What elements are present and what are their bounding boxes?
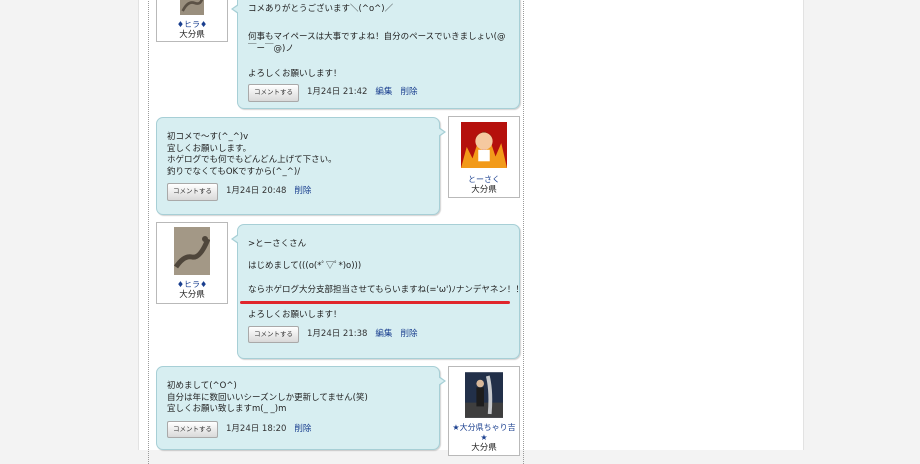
user-prefecture: 大分県 — [179, 30, 205, 40]
comment-timestamp: 1月24日 20:48 — [226, 186, 287, 196]
comment-text-line — [248, 273, 511, 285]
comment-text-line: 初コメで～す(^_^)v — [167, 132, 249, 142]
comment-text-line: コメありがとうございます＼(^o^)／ — [248, 4, 394, 14]
comment-meta: コメントする 1月24日 18:20 削除 — [167, 420, 431, 438]
lizard-avatar-icon[interactable] — [173, 227, 211, 275]
user-prefecture: 大分県 — [471, 185, 497, 195]
comment-text-line: >とーさくさん — [248, 239, 307, 249]
flame-character-avatar-icon[interactable] — [461, 121, 507, 169]
comment-text-line: ならホゲログ大分支部担当させてもらいますね(='ω')ﾉナンデヤネン！！ — [248, 285, 524, 295]
delete-link[interactable]: 削除 — [400, 329, 417, 341]
comment-bubble: 初コメで～す(^_^)v 宜しくお願いします。 ホゲログでも何でもどんどん上げて… — [156, 117, 446, 215]
comment-text-line: 自分は年に数回いいシーズンしか更新してません(笑) — [167, 392, 368, 403]
comment-text-line: 何事もマイペースは大事ですよね！自分のペースでいきましょい(@ — [248, 32, 506, 42]
comment-timestamp: 1月24日 21:42 — [307, 87, 368, 97]
user-avatar-card[interactable]: ★大分県ちゃり吉★ 大分県 — [448, 366, 520, 456]
user-prefecture: 大分県 — [179, 290, 205, 300]
comment-text-line: 宜しくお願いします。 — [167, 143, 252, 154]
user-name-link[interactable]: ♦ヒラ♦ — [159, 280, 225, 290]
edit-link[interactable]: 編集 — [375, 87, 392, 99]
highlight-underline — [240, 301, 510, 304]
comment-text-line: ホゲログでも何でもどんどん上げて下さい。 — [167, 155, 337, 165]
comment-meta: コメントする 1月24日 21:38 編集 削除 — [248, 325, 511, 343]
comment-text-line: よろしくお願いします！ — [248, 310, 342, 320]
user-avatar-card[interactable]: とーさく 大分県 — [448, 116, 520, 198]
comment-bubble: >とーさくさん はじめまして(((o(*ﾟ▽ﾟ*)o))) ならホゲログ大分支部… — [231, 224, 524, 359]
user-name-link[interactable]: ♦ヒラ♦ — [159, 20, 225, 30]
comment-bubble: 初めまして(^O^) 自分は年に数回いいシーズンしか更新してません(笑) 宜しく… — [156, 366, 446, 450]
user-avatar-card[interactable]: ♦ヒラ♦ 大分県 — [156, 0, 228, 42]
comment-timestamp: 1月24日 18:20 — [226, 423, 287, 434]
comment-text-line: はじめまして(((o(*ﾟ▽ﾟ*)o))) — [248, 261, 362, 271]
comment-text-line — [248, 16, 511, 28]
comment-text-line — [248, 55, 511, 67]
delete-link[interactable]: 削除 — [400, 87, 417, 99]
comment-text-line: 初めまして(^O^) — [167, 381, 237, 391]
comment-button[interactable]: コメントする — [167, 183, 218, 201]
delete-link[interactable]: 削除 — [294, 424, 311, 436]
comment-button[interactable]: コメントする — [248, 325, 299, 343]
comment-text-line: よろしくお願いします！ — [248, 68, 342, 79]
comment-bubble: コメありがとうございます＼(^o^)／ 何事もマイペースは大事ですよね！自分のペ… — [231, 0, 520, 109]
delete-link[interactable]: 削除 — [294, 186, 311, 198]
user-name-link[interactable]: ★大分県ちゃり吉★ — [451, 423, 517, 443]
comment-text-line: 宜しくお願い致しますm(_ _)m — [167, 404, 287, 414]
edit-link[interactable]: 編集 — [375, 329, 392, 341]
lizard-avatar-icon[interactable] — [174, 0, 210, 15]
comment-button[interactable]: コメントする — [248, 84, 299, 102]
user-prefecture: 大分県 — [471, 443, 497, 453]
comment-meta: コメントする 1月24日 20:48 削除 — [167, 183, 431, 201]
comment-meta: コメントする 1月24日 21:42 編集 削除 — [248, 84, 511, 102]
fisherman-photo-avatar-icon[interactable] — [465, 371, 503, 419]
user-name-link[interactable]: とーさく — [451, 175, 517, 185]
user-avatar-card[interactable]: ♦ヒラ♦ 大分県 — [156, 222, 228, 304]
comment-text-line: ￣ー￣@)ノ — [248, 43, 294, 54]
comment-timestamp: 1月24日 21:38 — [307, 328, 368, 339]
comment-text-line: 釣りでなくてもOKですから(^_^)/ — [167, 166, 301, 177]
comment-button[interactable]: コメントする — [167, 420, 218, 438]
